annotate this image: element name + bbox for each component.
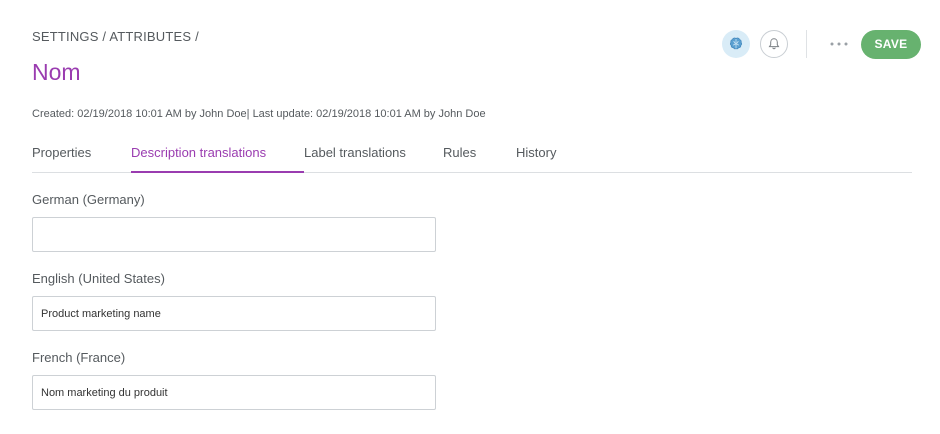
german-field-label: German (Germany) bbox=[32, 192, 145, 207]
tab-rules[interactable]: Rules bbox=[443, 138, 516, 172]
tab-properties[interactable]: Properties bbox=[32, 138, 131, 172]
tab-description-translations[interactable]: Description translations bbox=[131, 138, 304, 173]
bell-icon[interactable] bbox=[760, 30, 788, 58]
breadcrumb[interactable]: SETTINGS / ATTRIBUTES / bbox=[32, 29, 199, 44]
french-description-input[interactable] bbox=[32, 375, 436, 410]
save-button[interactable]: SAVE bbox=[861, 29, 921, 59]
tab-bar: Properties Description translations Labe… bbox=[32, 138, 912, 173]
more-horizontal-icon[interactable] bbox=[829, 34, 849, 54]
brain-icon[interactable] bbox=[722, 30, 750, 58]
english-description-input[interactable] bbox=[32, 296, 436, 331]
header-actions: SAVE bbox=[722, 29, 921, 59]
page-title: Nom bbox=[32, 59, 81, 85]
tab-label-translations[interactable]: Label translations bbox=[304, 138, 443, 172]
created-updated-info: Created: 02/19/2018 10:01 AM by John Doe… bbox=[32, 108, 486, 120]
german-description-input[interactable] bbox=[32, 217, 436, 252]
header-divider bbox=[806, 30, 807, 58]
english-field-label: English (United States) bbox=[32, 271, 165, 286]
french-field-label: French (France) bbox=[32, 350, 126, 365]
tab-history[interactable]: History bbox=[516, 138, 576, 172]
